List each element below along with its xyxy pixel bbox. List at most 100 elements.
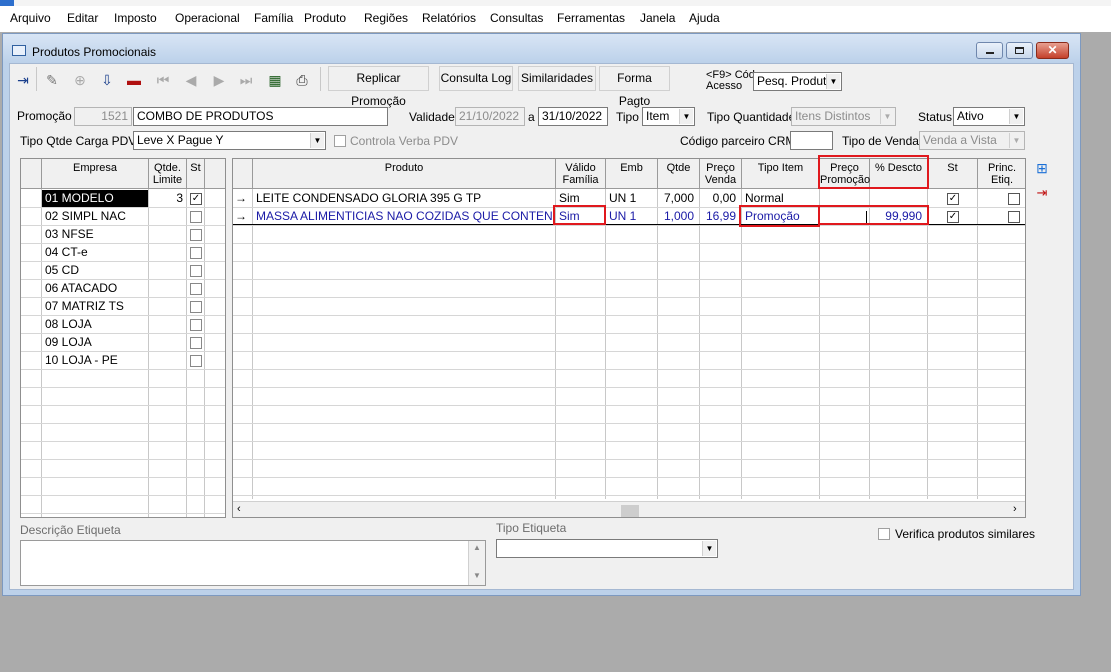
add-record-icon[interactable]: ⊕ [70,69,90,91]
scroll-thumb[interactable] [621,505,639,517]
exit-icon[interactable]: ⇥ [13,69,33,91]
empresas-header-empresa: Empresa [42,159,149,189]
menu-consultas[interactable]: Consultas [490,11,543,25]
empresa-row[interactable]: 04 CT-e [21,244,225,262]
menu-ajuda[interactable]: Ajuda [689,11,720,25]
emb-value: UN 1 [609,191,637,205]
descricao-etiqueta-field[interactable]: ▲ ▼ [20,540,486,586]
tipo-etiqueta-select[interactable]: ▼ [496,539,718,558]
produto-name: LEITE CONDENSADO GLORIA 395 G TP [256,191,482,205]
empresa-name: 06 ATACADO [45,281,118,295]
similaridades-button[interactable]: Similaridades [518,66,596,91]
menu-arquivo[interactable]: Arquivo [10,11,51,25]
chevron-down-icon[interactable]: ▼ [679,109,693,124]
empresa-row[interactable]: 07 MATRIZ TS [21,298,225,316]
access-label-2: Acesso [706,80,743,92]
validade-to-field[interactable]: 31/10/2022 [538,107,608,126]
produtos-header-emb: Emb [606,159,658,189]
qtde-value: 1,000 [663,209,694,223]
delete-icon[interactable]: ▬ [124,69,144,91]
empresa-row[interactable]: 06 ATACADO [21,280,225,298]
replicar-promocao-button[interactable]: Replicar Promoção [328,66,429,108]
tipo-quantidade-value: Itens Distintos [795,109,871,123]
scroll-right-icon[interactable]: › [1013,503,1017,515]
produtos-header-preco-venda: Preço Venda [700,159,742,189]
preco-venda-value: 16,99 [705,209,736,223]
produto-st-checkbox[interactable]: ✓ [947,211,959,223]
maximize-button[interactable] [1006,42,1033,59]
close-button[interactable]: ✕ [1036,42,1069,59]
chevron-down-icon[interactable]: ▼ [702,541,716,556]
empresa-row[interactable]: 10 LOJA - PE [21,352,225,370]
status-select[interactable]: Ativo ▼ [953,107,1025,126]
empresa-row[interactable]: 09 LOJA [21,334,225,352]
tipo-carga-pdv-select[interactable]: Leve X Pague Y ▼ [133,131,326,150]
controla-verba-checkbox[interactable] [334,135,346,147]
save-icon[interactable]: ⇩ [97,69,117,91]
descricao-scrollbar[interactable]: ▲ ▼ [468,541,485,585]
print-icon[interactable]: ⎙ [292,69,312,91]
menu-imposto[interactable]: Imposto [114,11,157,25]
table-view-icon[interactable]: ▦ [265,69,285,91]
highlight-box-descto-value [818,205,929,225]
empresa-st-checkbox[interactable] [190,283,202,295]
empresa-row[interactable]: 01 MODELO 3 ✓ [21,190,225,208]
access-code-select[interactable]: Pesq. Produto ▼ [753,72,842,91]
consulta-log-button[interactable]: Consulta Log [439,66,513,91]
next-record-icon[interactable]: ▶ [209,69,229,91]
produto-st-checkbox[interactable]: ✓ [947,193,959,205]
empresa-row[interactable]: 05 CD [21,262,225,280]
empresas-grid: Empresa Qtde. Limite St 01 MODELO 3 ✓ 02 SI… [20,158,226,518]
menu-editar[interactable]: Editar [67,11,98,25]
empresa-st-checkbox[interactable] [190,211,202,223]
empresa-st-checkbox[interactable] [190,355,202,367]
scroll-left-icon[interactable]: ‹ [237,503,241,515]
access-code-value: Pesq. Produto [757,74,834,88]
menu-familia[interactable]: Família [254,11,293,25]
tipo-venda-label: Tipo de Venda [842,134,919,148]
chevron-down-icon[interactable]: ▼ [1009,109,1023,124]
edit-pencil-icon[interactable]: ✎ [42,69,62,91]
verifica-similares-checkbox[interactable] [878,528,890,540]
empresa-row[interactable]: 08 LOJA [21,316,225,334]
minimize-icon [986,52,994,54]
empresa-st-checkbox[interactable] [190,301,202,313]
codigo-crm-field[interactable] [790,131,833,150]
forma-pagto-button[interactable]: Forma Pagto [599,66,670,108]
horizontal-scrollbar[interactable]: ‹ › [233,501,1025,517]
menu-operacional[interactable]: Operacional [175,11,240,25]
scroll-down-icon[interactable]: ▼ [473,571,481,580]
empresa-row[interactable]: 02 SIMPL NAC [21,208,225,226]
window-icon [12,45,26,56]
previous-record-icon[interactable]: ◀ [181,69,201,91]
remove-item-icon[interactable]: ⇥ [1031,185,1053,203]
menu-janela[interactable]: Janela [640,11,675,25]
last-record-icon[interactable]: ⏭ [236,69,256,91]
add-item-icon[interactable]: ⊞ [1031,160,1053,178]
first-record-icon[interactable]: ⏮ [153,69,173,91]
empresa-st-checkbox[interactable] [190,319,202,331]
menu-ferramentas[interactable]: Ferramentas [557,11,625,25]
promocao-name-field[interactable]: COMBO DE PRODUTOS [133,107,388,126]
princ-etiq-checkbox[interactable] [1008,193,1020,205]
empresa-row[interactable]: 03 NFSE [21,226,225,244]
empresa-st-checkbox[interactable] [190,247,202,259]
produtos-header-produto: Produto [253,159,556,189]
tipo-venda-select: Venda a Vista ▼ [919,131,1025,150]
app-title-strip [0,0,1111,6]
menu-produto[interactable]: Produto [304,11,346,25]
menu-relatorios[interactable]: Relatórios [422,11,476,25]
minimize-button[interactable] [976,42,1003,59]
chevron-down-icon[interactable]: ▼ [310,133,324,148]
empresa-st-checkbox[interactable]: ✓ [190,193,202,205]
empresa-st-checkbox[interactable] [190,337,202,349]
tipo-select[interactable]: Item ▼ [642,107,695,126]
menu-regioes[interactable]: Regiões [364,11,408,25]
chevron-down-icon[interactable]: ▼ [826,74,840,89]
princ-etiq-checkbox[interactable] [1008,211,1020,223]
scroll-up-icon[interactable]: ▲ [473,543,481,552]
empresa-st-checkbox[interactable] [190,229,202,241]
toolbar: ⇥ ✎ ⊕ ⇩ ▬ ⏮ ◀ ▶ ⏭ ▦ ⎙ Replicar Promoção … [10,64,1073,108]
empresa-st-checkbox[interactable] [190,265,202,277]
window-titlebar[interactable]: Produtos Promocionais ✕ [3,34,1080,63]
